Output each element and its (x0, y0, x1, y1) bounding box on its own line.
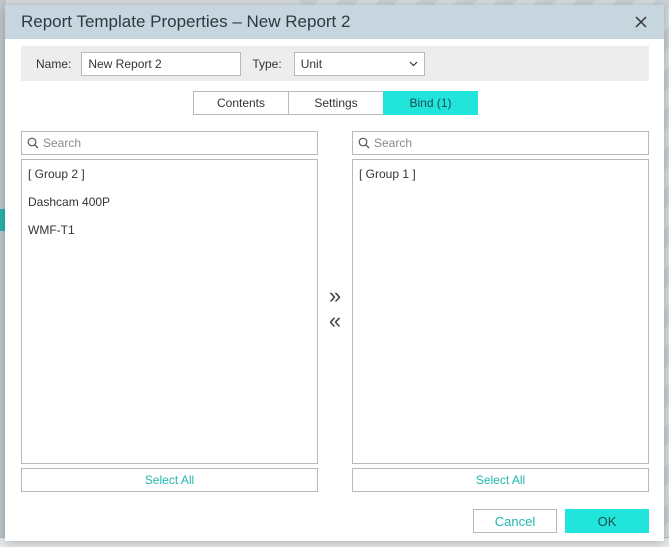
search-icon (358, 137, 370, 149)
left-select-all-button[interactable]: Select All (21, 468, 318, 492)
left-search[interactable] (21, 131, 318, 155)
bound-units-list[interactable]: [ Group 1 ] (352, 159, 649, 464)
available-units-list[interactable]: [ Group 2 ] Dashcam 400P WMF-T1 (21, 159, 318, 464)
tab-settings[interactable]: Settings (288, 91, 384, 115)
cancel-button[interactable]: Cancel (473, 509, 557, 533)
search-icon (27, 137, 39, 149)
right-select-all-button[interactable]: Select All (352, 468, 649, 492)
remove-arrow-icon[interactable]: « (325, 309, 345, 334)
name-input[interactable] (81, 51, 242, 76)
type-select[interactable]: Unit (293, 51, 425, 76)
close-icon[interactable] (632, 13, 650, 31)
list-item[interactable]: Dashcam 400P (22, 192, 317, 220)
list-item[interactable]: [ Group 2 ] (22, 164, 317, 192)
ok-button[interactable]: OK (565, 509, 649, 533)
list-item[interactable]: [ Group 1 ] (353, 164, 648, 192)
type-label: Type: (252, 56, 282, 71)
transfer-controls: » « (325, 284, 345, 334)
list-item[interactable]: WMF-T1 (22, 220, 317, 248)
dialog-title: Report Template Properties – New Report … (21, 12, 351, 31)
right-search-input[interactable] (374, 136, 624, 150)
add-arrow-icon[interactable]: » (325, 284, 345, 309)
dialog-titlebar: Report Template Properties – New Report … (5, 5, 664, 39)
right-search[interactable] (352, 131, 649, 155)
type-select-value: Unit (300, 56, 323, 71)
tab-contents[interactable]: Contents (193, 91, 289, 115)
chevron-down-icon (409, 61, 418, 66)
properties-row: Name: Type: Unit (21, 46, 649, 81)
tab-bar: Contents Settings Bind (1) (193, 91, 478, 115)
tab-bind[interactable]: Bind (1) (383, 91, 478, 115)
report-template-dialog: Report Template Properties – New Report … (5, 5, 664, 541)
name-label: Name: (36, 56, 72, 71)
left-search-input[interactable] (43, 136, 293, 150)
